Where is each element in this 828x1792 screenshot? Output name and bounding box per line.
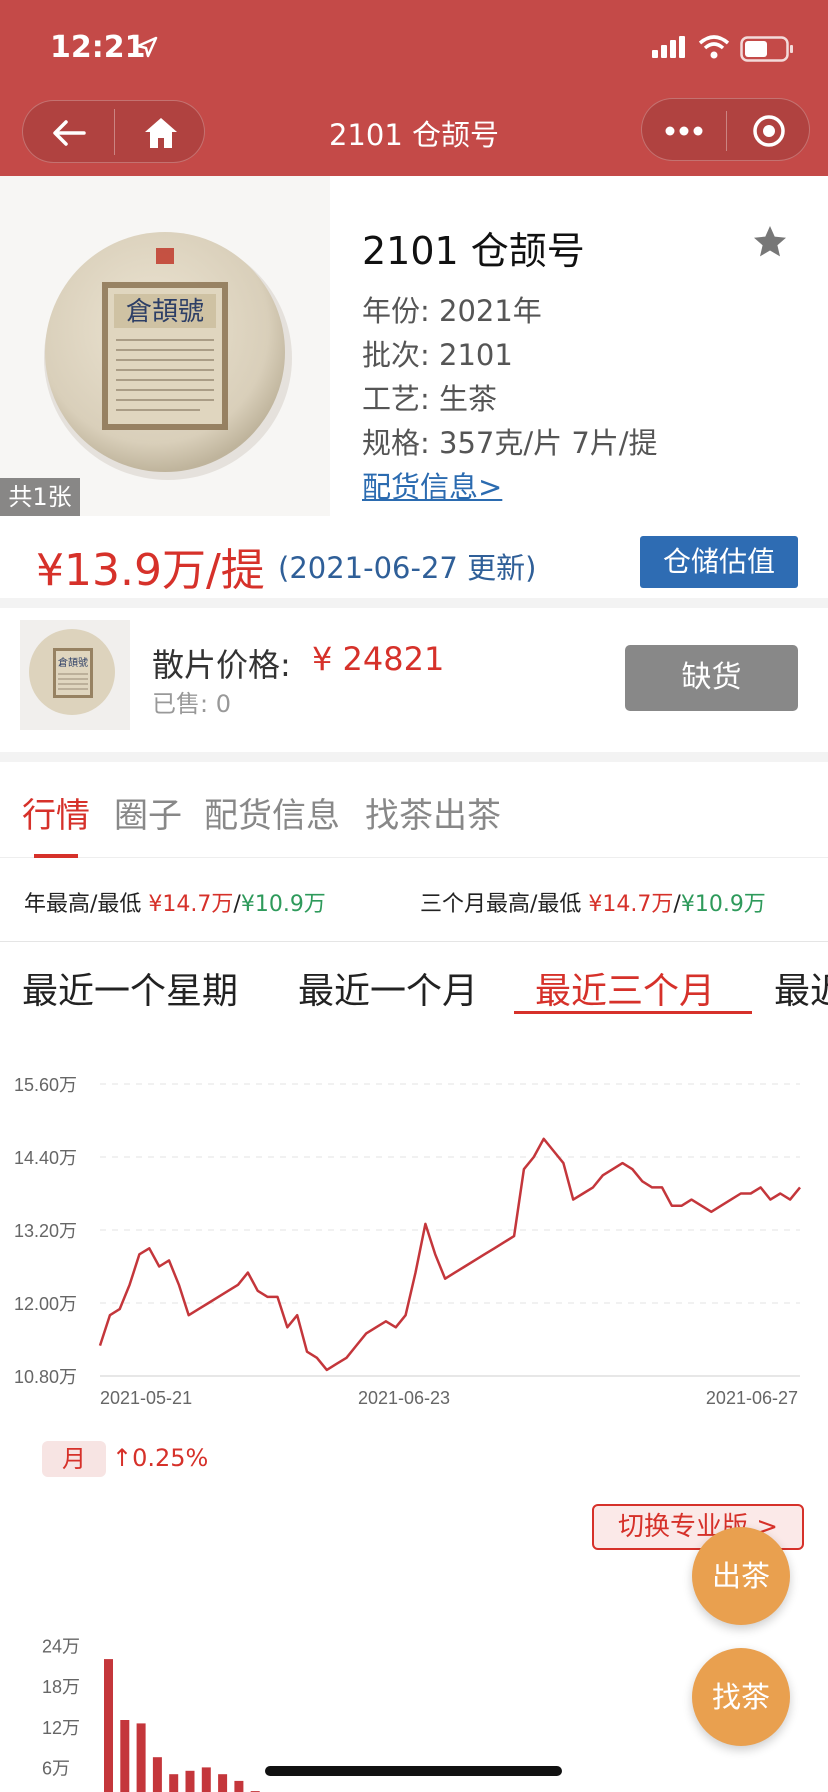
volume-bar — [120, 1720, 130, 1792]
y-tick-label: 10.80万 — [14, 1367, 77, 1387]
product-process: 工艺: 生茶 — [362, 382, 497, 416]
back-button[interactable] — [23, 101, 114, 164]
tea-cake-thumbnail: 倉頡號 — [29, 629, 115, 715]
bar-y-tick-label: 24万 — [42, 1637, 80, 1657]
volume-bar — [234, 1780, 244, 1792]
bar-y-tick-label: 6万 — [42, 1758, 70, 1778]
wifi-icon — [698, 35, 730, 59]
product-spec: 规格: 357克/片 7片/提 — [362, 426, 658, 460]
y-tick-label: 13.20万 — [14, 1221, 77, 1241]
period-label-badge: 月 — [42, 1441, 106, 1477]
volume-bar — [136, 1723, 146, 1792]
location-arrow-icon — [136, 36, 158, 58]
loose-price-label: 散片价格: — [152, 646, 291, 684]
section-divider — [0, 752, 828, 762]
year-label: 年最高/最低 — [24, 892, 142, 917]
active-period-indicator — [514, 1011, 752, 1014]
percent-change: ↑0.25% — [112, 1444, 209, 1472]
target-icon — [753, 114, 785, 147]
x-tick-label: 2021-05-21 — [100, 1388, 192, 1408]
svg-text:倉頡號: 倉頡號 — [58, 656, 88, 669]
three-month-low: ¥10.9万 — [680, 892, 766, 917]
tea-cake-image: 倉頡號 — [44, 232, 292, 480]
storage-valuation-button[interactable]: 仓储估值 — [640, 536, 798, 588]
loose-price-value: ¥ 24821 — [312, 640, 445, 678]
y-tick-label: 12.00万 — [14, 1294, 77, 1314]
period-month[interactable]: 最近一个月 — [298, 962, 478, 1014]
section-divider — [0, 598, 828, 608]
y-tick-label: 14.40万 — [14, 1148, 77, 1168]
price-main: ¥13.9万/提 — [36, 545, 265, 596]
nav-title: 2101 仓颉号 — [328, 118, 500, 152]
product-image[interactable]: 倉頡號 — [0, 176, 330, 516]
period-selector: 最近一个星期 最近一个月 最近三个月 最近 — [0, 944, 828, 1014]
svg-text:倉頡號: 倉頡號 — [126, 297, 204, 327]
period-more[interactable]: 最近 — [774, 962, 828, 1014]
x-tick-label: 2021-06-27 — [706, 1388, 798, 1408]
volume-bar — [218, 1774, 228, 1792]
signal-icon — [652, 36, 685, 58]
tab-market[interactable]: 行情 — [22, 788, 90, 837]
tab-find-sell[interactable]: 找茶出茶 — [365, 788, 501, 837]
image-count-badge: 共1张 — [0, 478, 80, 516]
battery-icon — [740, 36, 793, 62]
price-line-chart: 15.60万 14.40万 13.20万 12.00万 10.80万 2021-05-21… — [14, 1075, 801, 1408]
period-three-months[interactable]: 最近三个月 — [535, 962, 715, 1014]
status-time: 12:21 — [50, 30, 146, 65]
tab-distribution[interactable]: 配货信息 — [204, 788, 340, 837]
nav-right-pill — [641, 98, 810, 161]
y-tick-label: 15.60万 — [14, 1075, 77, 1095]
star-icon[interactable] — [752, 224, 788, 260]
active-tab-indicator — [34, 854, 78, 858]
three-month-label: 三个月最高/最低 — [420, 892, 582, 917]
year-high-low: 年最高/最低 ¥14.7万/¥10.9万 — [24, 886, 326, 918]
distribution-info-link[interactable]: 配货信息> — [362, 464, 502, 506]
back-arrow-icon — [52, 119, 86, 146]
year-high: ¥14.7万 — [148, 892, 234, 917]
year-low: ¥10.9万 — [240, 892, 326, 917]
volume-bar — [104, 1659, 113, 1792]
x-tick-label: 2021-06-23 — [358, 1388, 450, 1408]
more-dots-icon — [665, 126, 703, 135]
three-month-high-low: 三个月最高/最低 ¥14.7万/¥10.9万 — [420, 886, 766, 918]
home-icon — [144, 117, 177, 148]
sold-count: 已售: 0 — [152, 690, 231, 718]
price-update-date: (2021-06-27 更新) — [278, 551, 537, 585]
nav-left-pill — [22, 100, 205, 163]
find-tea-fab[interactable]: 找茶 — [692, 1648, 790, 1746]
top-navigation-bar: 12:21 2101 仓颉号 — [0, 0, 828, 176]
out-of-stock-button[interactable]: 缺货 — [625, 645, 798, 711]
home-indicator — [265, 1766, 562, 1776]
bar-y-tick-label: 12万 — [42, 1718, 80, 1738]
product-batch: 批次: 2101 — [362, 338, 513, 372]
volume-bar — [152, 1757, 162, 1792]
bar-y-tick-label: 18万 — [42, 1677, 80, 1697]
product-year: 年份: 2021年 — [362, 294, 542, 328]
slash: / — [673, 892, 681, 917]
volume-bar — [169, 1774, 179, 1792]
volume-bar — [185, 1770, 195, 1792]
period-week[interactable]: 最近一个星期 — [22, 962, 238, 1014]
close-miniprogram-button[interactable] — [727, 99, 811, 162]
product-title: 2101 仓颉号 — [362, 229, 585, 273]
slash: / — [233, 892, 241, 917]
price-range-stats: 年最高/最低 ¥14.7万/¥10.9万 三个月最高/最低 ¥14.7万/¥10… — [0, 866, 828, 942]
section-tabs: 行情 圈子 配货信息 找茶出茶 — [0, 772, 828, 858]
price-series-line — [98, 1137, 801, 1372]
home-button[interactable] — [115, 101, 206, 164]
tab-circle[interactable]: 圈子 — [114, 788, 182, 837]
loose-piece-thumbnail[interactable]: 倉頡號 — [20, 620, 130, 730]
sell-tea-fab[interactable]: 出茶 — [692, 1527, 790, 1625]
volume-bar — [201, 1767, 211, 1792]
more-button[interactable] — [642, 99, 726, 162]
three-month-high: ¥14.7万 — [588, 892, 674, 917]
